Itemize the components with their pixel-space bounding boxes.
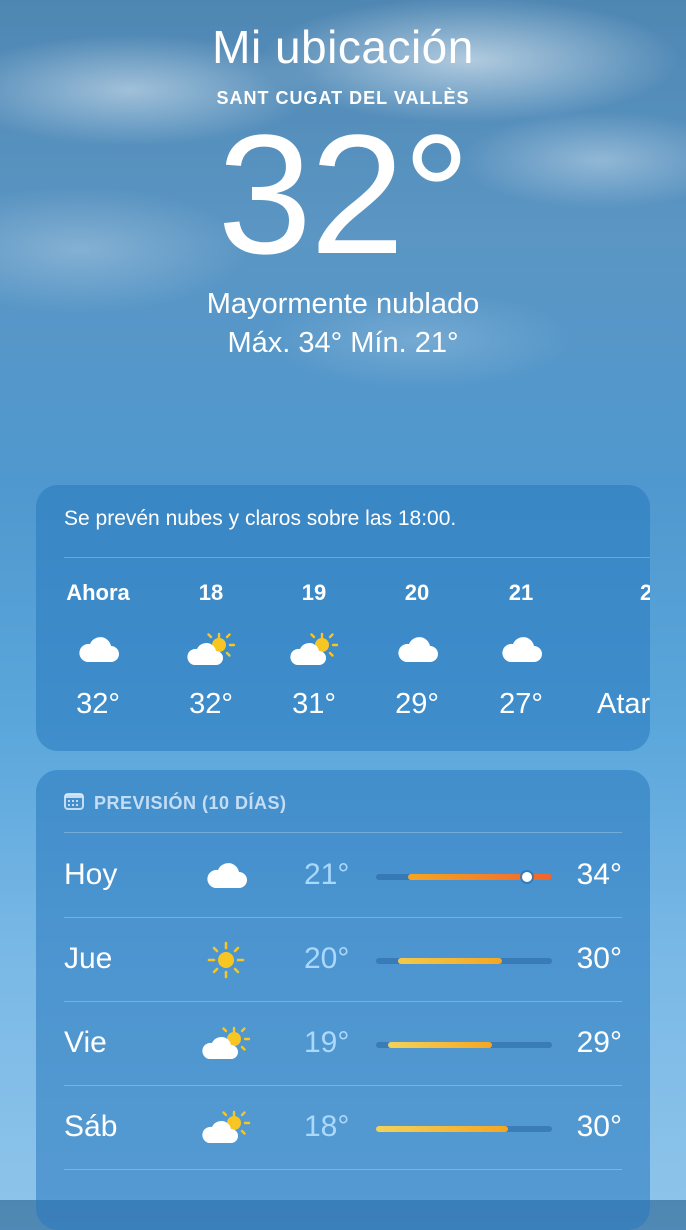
- day-high: 30°: [576, 1110, 622, 1143]
- day-low: 19°: [304, 1026, 350, 1059]
- hour-temp: 27°: [499, 688, 543, 720]
- hour-temp: 29°: [395, 688, 439, 720]
- day-label: Vie: [64, 1026, 107, 1059]
- day-row[interactable]: Hoy 21° 34°: [64, 834, 622, 918]
- cloud-icon: [365, 622, 469, 678]
- location-title: Mi ubicación: [212, 21, 474, 73]
- divider: [64, 557, 650, 558]
- hour-item: 21 27°: [469, 580, 573, 721]
- divider: [64, 832, 622, 833]
- temp-range-fill: [388, 1042, 492, 1048]
- hour-label: Ahora: [66, 580, 130, 605]
- hour-label: 19: [301, 580, 327, 605]
- hour-label: 18: [198, 580, 224, 605]
- hour-temp: Atar: [597, 688, 650, 720]
- hour-temp: 32°: [76, 688, 120, 720]
- hour-temp: 32°: [189, 688, 233, 720]
- hour-item: Ahora 32°: [46, 580, 150, 721]
- hour-item: 20 29°: [365, 580, 469, 721]
- day-low: 18°: [304, 1110, 350, 1143]
- hour-item: 19 31°: [262, 580, 366, 721]
- partly-sunny-icon: [262, 622, 366, 678]
- condition-text: Mayormente nublado: [206, 288, 480, 320]
- day-label: Sáb: [64, 1110, 118, 1143]
- temp-range-bar: [376, 1042, 552, 1048]
- current-temp-dot: [522, 872, 532, 882]
- day-high: 30°: [576, 942, 622, 975]
- calendar-icon: [64, 792, 84, 815]
- partly-sunny-icon: [159, 622, 263, 678]
- current-temperature: 32°: [217, 100, 470, 290]
- day-row[interactable]: Vie 19° 29°: [64, 1002, 622, 1086]
- hour-label: 2: [640, 580, 650, 605]
- partly-sunny-icon: [198, 1104, 254, 1152]
- temp-range-bar: [376, 872, 552, 882]
- day-high: 34°: [576, 858, 622, 891]
- cloud-icon: [198, 852, 254, 900]
- temp-range-fill: [398, 958, 502, 964]
- temp-range-fill: [376, 1126, 508, 1132]
- sun-icon: [198, 936, 254, 984]
- forecast-header: PREVISIÓN (10 DÍAS): [64, 792, 287, 815]
- day-row[interactable]: Jue 20° 30°: [64, 918, 622, 1002]
- day-high: 29°: [576, 1026, 622, 1059]
- day-low: 20°: [304, 942, 350, 975]
- temp-range-bar: [376, 958, 552, 964]
- blank-icon: [594, 622, 650, 678]
- cloud-icon: [469, 622, 573, 678]
- forecast-header-label: PREVISIÓN (10 DÍAS): [94, 793, 287, 813]
- divider: [64, 1169, 622, 1170]
- high-low-text: Máx. 34° Mín. 21°: [227, 327, 459, 359]
- hourly-forecast-card[interactable]: Se prevén nubes y claros sobre las 18:00…: [36, 485, 650, 751]
- ten-day-forecast-card[interactable]: PREVISIÓN (10 DÍAS) Hoy 21° 34° Jue 20° …: [36, 770, 650, 1230]
- day-label: Jue: [64, 942, 113, 975]
- day-low: 21°: [304, 858, 350, 891]
- hourly-summary: Se prevén nubes y claros sobre las 18:00…: [64, 507, 457, 530]
- cloud-icon: [46, 622, 150, 678]
- hour-label: 20: [404, 580, 430, 605]
- hour-item: 2 Atar: [594, 580, 650, 721]
- hour-temp: 31°: [292, 688, 336, 720]
- day-row[interactable]: Sáb 18° 30°: [64, 1086, 622, 1170]
- hour-label: 21: [508, 580, 534, 605]
- partly-sunny-icon: [198, 1020, 254, 1068]
- hour-item: 18 32°: [159, 580, 263, 721]
- day-label: Hoy: [64, 858, 118, 891]
- temp-range-bar: [376, 1126, 552, 1132]
